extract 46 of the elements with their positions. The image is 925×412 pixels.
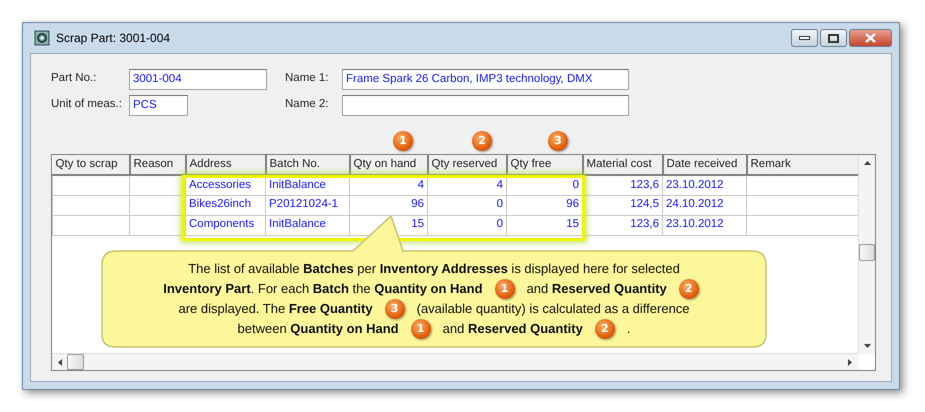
callout-text: are displayed. The Free Quantity	[178, 300, 373, 318]
field-label: Part No.:	[51, 71, 98, 86]
field-label: Name 2:	[285, 97, 330, 112]
callout-text: .	[626, 320, 630, 338]
callout-text: between Quantity on Hand	[238, 320, 399, 338]
callout-text: and Reserved Quantity	[526, 280, 667, 298]
callout-text: The list of available Batches per Inventory Addresses is displayed here for selected	[188, 260, 680, 278]
table-cell: 4	[428, 175, 506, 195]
table-cell: 23.10.2012	[662, 175, 746, 195]
input-field[interactable]: 3001-004	[129, 68, 267, 90]
callout-text: Inventory Part. For each Batch the Quantity on Hand	[163, 280, 483, 298]
column-header[interactable]: Qty to scrap	[52, 155, 130, 175]
number-badge: 2	[472, 131, 492, 151]
input-field[interactable]: PCS	[129, 94, 188, 116]
column-header[interactable]: Qty on hand	[350, 155, 428, 175]
table-cell: 0	[428, 215, 506, 235]
callout-text: and Reserved Quantity	[442, 320, 583, 338]
callout-text: (available quantity) is calculated as a difference	[416, 300, 690, 318]
table-cell: P20121024-1	[266, 195, 350, 215]
table-cell: 123,6	[582, 215, 662, 235]
table-cell: 24.10.2012	[662, 195, 746, 215]
table-cell: InitBalance	[266, 215, 350, 235]
column-header[interactable]: Date received	[662, 155, 746, 175]
table-cell: InitBalance	[266, 175, 350, 195]
table-cell: 0	[428, 195, 506, 215]
table-cell: 124,5	[582, 195, 662, 215]
column-header[interactable]: Reason	[130, 155, 186, 175]
table-cell: Accessories	[186, 175, 266, 195]
field-label: Unit of meas.:	[51, 97, 123, 112]
table-cell: 4	[350, 175, 428, 195]
table-cell: 123,6	[582, 175, 662, 195]
table-cell: Bikes26inch	[186, 195, 266, 215]
table-cell: Components	[186, 215, 266, 235]
number-badge: 3	[548, 131, 568, 151]
column-header[interactable]: Batch No.	[266, 155, 350, 175]
table-cell: 23.10.2012	[662, 215, 746, 235]
field-label: Name 1:	[285, 71, 330, 86]
column-header[interactable]: Qty reserved	[428, 155, 506, 175]
input-field[interactable]: Frame Spark 26 Carbon, IMP3 technology, DMX	[342, 68, 629, 90]
column-header[interactable]: Address	[186, 155, 266, 175]
column-header[interactable]: Qty free	[506, 155, 582, 175]
column-header[interactable]: Material cost	[582, 155, 662, 175]
column-header[interactable]: Remark	[746, 155, 858, 175]
window-title: Scrap Part: 3001-004	[56, 30, 170, 47]
table-cell: 96	[350, 195, 428, 215]
number-badge: 1	[393, 131, 413, 151]
